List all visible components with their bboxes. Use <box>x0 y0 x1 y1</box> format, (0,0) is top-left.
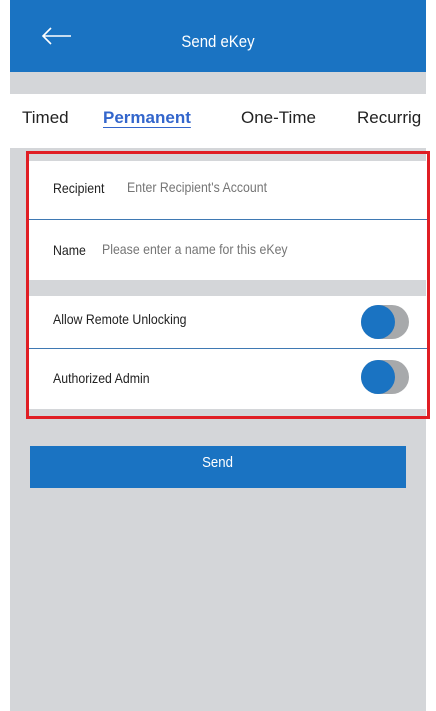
name-row: Name <box>29 220 427 280</box>
authorized-admin-toggle[interactable] <box>361 360 409 394</box>
ekey-settings-frame: Recipient Name Allow Remote Unlocking Au… <box>26 151 430 419</box>
tab-one-time[interactable]: One-Time <box>241 94 316 148</box>
name-label: Name <box>53 242 86 258</box>
recipient-label: Recipient <box>53 180 105 196</box>
toggle-knob <box>361 360 395 394</box>
send-button-label: Send <box>202 454 234 471</box>
send-button[interactable]: Send <box>30 446 406 488</box>
name-input[interactable] <box>102 241 366 257</box>
tab-bar: Timed Permanent One-Time Recurrig <box>10 94 426 148</box>
page-title: Send eKey <box>181 32 255 51</box>
authorized-admin-row: Authorized Admin <box>29 349 427 409</box>
toggle-knob <box>361 305 395 339</box>
authorized-admin-label: Authorized Admin <box>53 370 150 386</box>
tab-permanent[interactable]: Permanent <box>103 94 191 148</box>
header-bar: Send eKey <box>10 0 426 72</box>
recipient-input[interactable] <box>127 179 374 195</box>
allow-remote-unlocking-row: Allow Remote Unlocking <box>29 296 427 348</box>
allow-remote-unlocking-label: Allow Remote Unlocking <box>53 311 187 327</box>
tab-timed[interactable]: Timed <box>22 94 69 148</box>
allow-remote-unlocking-toggle[interactable] <box>361 305 409 339</box>
recipient-row: Recipient <box>29 161 427 219</box>
app-screen: Send eKey Timed Permanent One-Time Recur… <box>10 0 430 711</box>
tab-recurring[interactable]: Recurrig <box>357 94 421 148</box>
